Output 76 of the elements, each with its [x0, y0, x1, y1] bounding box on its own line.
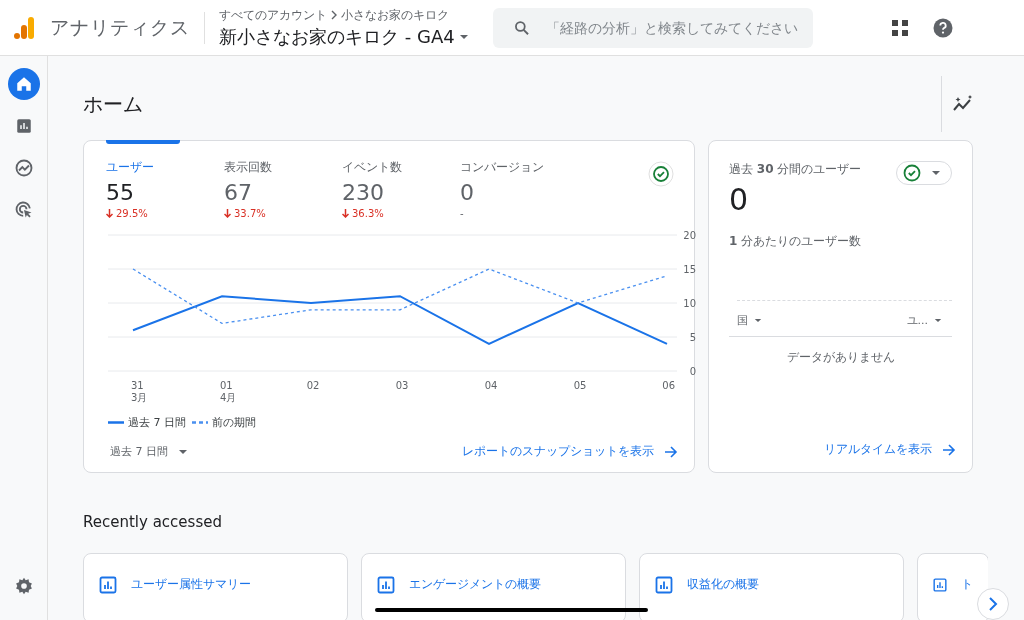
- change-value: 33.7%: [234, 207, 266, 219]
- y-tick-label: 20: [683, 230, 696, 241]
- bar-chart-icon: [655, 576, 673, 594]
- nav-button[interactable]: [7, 68, 40, 100]
- metric-tab[interactable]: コンバージョン 0 -: [460, 141, 578, 219]
- realtime-title: 過去 30 分間のユーザー: [729, 161, 862, 178]
- report-card[interactable]: 収益化の概要: [639, 553, 904, 620]
- home-icon: [14, 75, 33, 93]
- metric-tab[interactable]: 表示回数 67 33.7%: [224, 141, 342, 219]
- caret-icon: [931, 170, 941, 176]
- legend-swatch-icon: [192, 421, 208, 424]
- report-title: 収益化の概要: [687, 576, 759, 593]
- check-circle-icon: [903, 164, 921, 182]
- column-dropdown[interactable]: 国: [737, 313, 762, 328]
- chevron-right-icon: [988, 597, 998, 611]
- arrow-right-icon: [664, 445, 678, 458]
- legend-label: 過去 7 日間: [128, 415, 186, 430]
- report-title: エンゲージメントの概要: [409, 576, 541, 593]
- bar-chart-icon: [14, 117, 33, 135]
- caret-icon: [934, 318, 942, 323]
- bar-chart-icon: [99, 576, 117, 594]
- section-title: Recently accessed: [83, 513, 223, 531]
- x-tick-label: 31 3月: [131, 380, 148, 403]
- breadcrumb-link[interactable]: 小さなお家のキロク: [341, 6, 449, 24]
- y-tick-label: 0: [689, 366, 696, 377]
- bar-chart-icon: [377, 576, 395, 594]
- legend-label: 前の期間: [212, 415, 256, 430]
- report-card[interactable]: エンゲージメントの概要: [361, 553, 626, 620]
- help-icon[interactable]: [932, 17, 953, 38]
- caret-icon: [754, 318, 762, 323]
- x-tick-label: 04: [484, 380, 498, 391]
- x-tick-label: 06: [662, 380, 675, 391]
- report-card[interactable]: ト: [917, 553, 988, 620]
- report-title: ト: [961, 576, 973, 593]
- realtime-subtitle: 1 分あたりのユーザー数: [729, 233, 863, 250]
- x-tick-label: 01 4月: [220, 380, 237, 403]
- realtime-link[interactable]: リアルタイムを表示: [824, 441, 956, 458]
- y-tick-label: 10: [683, 298, 696, 309]
- cursor-target-icon: [13, 200, 34, 220]
- column-dropdown[interactable]: ユ...: [906, 313, 942, 328]
- report-snapshot-link[interactable]: レポートのスナップショットを表示: [462, 443, 678, 460]
- property-selector[interactable]: 新小さなお家のキロク - GA4: [219, 24, 469, 49]
- empty-message: データがありません: [785, 349, 896, 366]
- check-circle-icon[interactable]: [648, 161, 674, 187]
- app-name: アナリティクス: [50, 14, 190, 40]
- report-card[interactable]: ユーザー属性サマリー: [83, 553, 348, 620]
- report-title: ユーザー属性サマリー: [131, 576, 251, 593]
- sparkle-trend-icon[interactable]: [952, 95, 974, 113]
- y-tick-label: 15: [683, 264, 696, 275]
- legend-swatch-icon: [108, 421, 124, 424]
- y-tick-label: 5: [689, 332, 696, 343]
- caret-icon: [178, 448, 188, 455]
- x-tick-label: 03: [395, 380, 409, 391]
- arrow-right-icon: [942, 443, 956, 456]
- metric-tab[interactable]: ユーザー 55 29.5%: [106, 141, 224, 219]
- change-value: 29.5%: [116, 207, 148, 219]
- trend-circle-icon: [13, 158, 34, 178]
- x-tick-label: 02: [306, 380, 320, 391]
- bar-chart-icon: [933, 576, 947, 594]
- metric-tab[interactable]: イベント数 230 36.3%: [342, 141, 460, 219]
- analytics-logo-icon: [12, 15, 36, 40]
- search-icon: [512, 18, 531, 37]
- realtime-value: 0: [729, 182, 750, 217]
- apps-grid-icon[interactable]: [890, 18, 909, 37]
- change-value: 36.3%: [352, 207, 384, 219]
- chevron-icon: [330, 10, 338, 20]
- page-title: ホーム: [83, 90, 144, 118]
- search-input[interactable]: 「経路の分析」と検索してみてください: [544, 18, 813, 37]
- search-field[interactable]: 「経路の分析」と検索してみてください: [492, 7, 813, 48]
- date-range-dropdown[interactable]: 過去 7 日間: [110, 444, 188, 459]
- settings-icon[interactable]: [13, 576, 34, 596]
- change-value: -: [460, 207, 464, 219]
- status-dropdown[interactable]: [896, 161, 952, 185]
- x-tick-label: 05: [573, 380, 587, 391]
- caret-icon: [458, 33, 469, 40]
- breadcrumb-link[interactable]: すべてのアカウント: [219, 6, 327, 24]
